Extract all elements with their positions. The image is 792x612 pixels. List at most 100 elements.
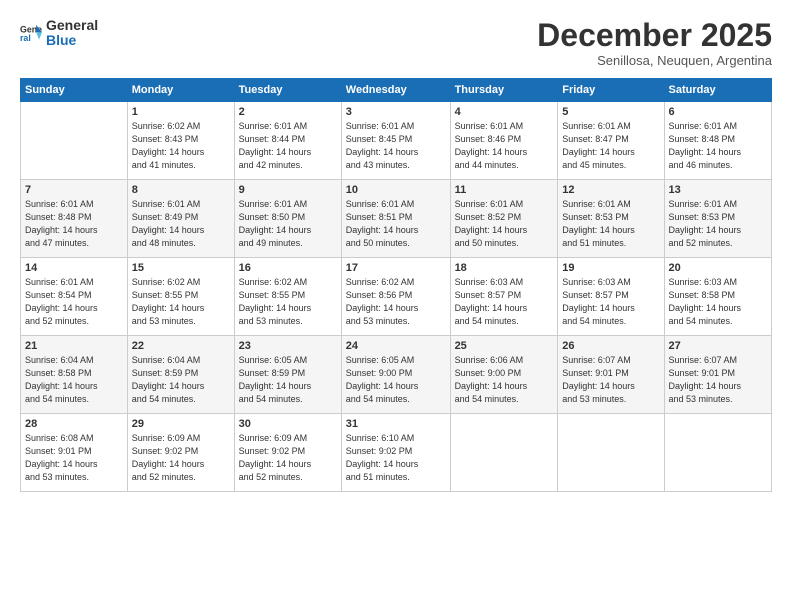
day-info: Sunrise: 6:07 AM Sunset: 9:01 PM Dayligh… xyxy=(669,354,767,406)
day-number: 12 xyxy=(562,184,659,196)
day-cell: 8 Sunrise: 6:01 AM Sunset: 8:49 PM Daylig… xyxy=(127,180,234,258)
day-cell: 18 Sunrise: 6:03 AM Sunset: 8:57 PM Dayli… xyxy=(450,258,558,336)
header-day-tuesday: Tuesday xyxy=(234,79,341,102)
day-number: 5 xyxy=(562,106,659,118)
logo-blue: Blue xyxy=(46,33,98,48)
logo: Gene ral General Blue xyxy=(20,18,98,49)
day-cell: 5Sunrise: 6:01 AM Sunset: 8:47 PM Daylig… xyxy=(558,102,664,180)
day-number: 18 xyxy=(455,262,554,274)
day-info: Sunrise: 6:04 AM Sunset: 8:59 PM Dayligh… xyxy=(132,354,230,406)
day-info: Sunrise: 6:01 AM Sunset: 8:51 PM Dayligh… xyxy=(346,198,446,250)
day-number: 22 xyxy=(132,340,230,352)
day-number: 8 xyxy=(132,184,230,196)
day-number: 21 xyxy=(25,340,123,352)
day-cell: 25 Sunrise: 6:06 AM Sunset: 9:00 PM Dayli… xyxy=(450,336,558,414)
day-info: Sunrise: 6:07 AM Sunset: 9:01 PM Dayligh… xyxy=(562,354,659,406)
day-number: 25 xyxy=(455,340,554,352)
day-info: Sunrise: 6:08 AM Sunset: 9:01 PM Dayligh… xyxy=(25,432,123,484)
day-info: Sunrise: 6:03 AM Sunset: 8:58 PM Dayligh… xyxy=(669,276,767,328)
day-info: Sunrise: 6:01 AM Sunset: 8:50 PM Dayligh… xyxy=(239,198,337,250)
day-number: 28 xyxy=(25,418,123,430)
day-number: 20 xyxy=(669,262,767,274)
day-number: 7 xyxy=(25,184,123,196)
day-number: 2 xyxy=(239,106,337,118)
month-title: December 2025 xyxy=(537,18,772,53)
day-cell: 4Sunrise: 6:01 AM Sunset: 8:46 PM Daylig… xyxy=(450,102,558,180)
day-cell: 23 Sunrise: 6:05 AM Sunset: 8:59 PM Dayli… xyxy=(234,336,341,414)
logo-icon: Gene ral xyxy=(20,22,42,44)
day-info: Sunrise: 6:01 AM Sunset: 8:53 PM Dayligh… xyxy=(562,198,659,250)
day-info: Sunrise: 6:01 AM Sunset: 8:44 PM Dayligh… xyxy=(239,120,337,172)
day-cell xyxy=(450,414,558,492)
day-cell: 9 Sunrise: 6:01 AM Sunset: 8:50 PM Daylig… xyxy=(234,180,341,258)
day-cell: 1 Sunrise: 6:02 AM Sunset: 8:43 PM Daylig… xyxy=(127,102,234,180)
day-cell: 12 Sunrise: 6:01 AM Sunset: 8:53 PM Dayli… xyxy=(558,180,664,258)
day-info: Sunrise: 6:06 AM Sunset: 9:00 PM Dayligh… xyxy=(455,354,554,406)
day-info: Sunrise: 6:05 AM Sunset: 8:59 PM Dayligh… xyxy=(239,354,337,406)
day-info: Sunrise: 6:02 AM Sunset: 8:55 PM Dayligh… xyxy=(132,276,230,328)
day-cell: 2 Sunrise: 6:01 AM Sunset: 8:44 PM Daylig… xyxy=(234,102,341,180)
day-info: Sunrise: 6:01 AM Sunset: 8:54 PM Dayligh… xyxy=(25,276,123,328)
day-cell xyxy=(21,102,128,180)
week-row-4: 21Sunrise: 6:04 AM Sunset: 8:58 PM Dayli… xyxy=(21,336,772,414)
day-cell: 11Sunrise: 6:01 AM Sunset: 8:52 PM Dayli… xyxy=(450,180,558,258)
day-info: Sunrise: 6:03 AM Sunset: 8:57 PM Dayligh… xyxy=(455,276,554,328)
day-info: Sunrise: 6:09 AM Sunset: 9:02 PM Dayligh… xyxy=(239,432,337,484)
header-day-friday: Friday xyxy=(558,79,664,102)
day-cell: 17 Sunrise: 6:02 AM Sunset: 8:56 PM Dayli… xyxy=(341,258,450,336)
week-row-5: 28 Sunrise: 6:08 AM Sunset: 9:01 PM Dayli… xyxy=(21,414,772,492)
day-info: Sunrise: 6:02 AM Sunset: 8:43 PM Dayligh… xyxy=(132,120,230,172)
header: Gene ral General Blue December 2025 Seni… xyxy=(20,18,772,68)
day-number: 16 xyxy=(239,262,337,274)
day-cell: 15 Sunrise: 6:02 AM Sunset: 8:55 PM Dayli… xyxy=(127,258,234,336)
day-info: Sunrise: 6:01 AM Sunset: 8:45 PM Dayligh… xyxy=(346,120,446,172)
header-day-wednesday: Wednesday xyxy=(341,79,450,102)
day-info: Sunrise: 6:01 AM Sunset: 8:53 PM Dayligh… xyxy=(669,198,767,250)
day-cell: 28 Sunrise: 6:08 AM Sunset: 9:01 PM Dayli… xyxy=(21,414,128,492)
day-number: 26 xyxy=(562,340,659,352)
day-info: Sunrise: 6:01 AM Sunset: 8:48 PM Dayligh… xyxy=(25,198,123,250)
day-cell: 16Sunrise: 6:02 AM Sunset: 8:55 PM Dayli… xyxy=(234,258,341,336)
day-cell: 26 Sunrise: 6:07 AM Sunset: 9:01 PM Dayli… xyxy=(558,336,664,414)
day-number: 15 xyxy=(132,262,230,274)
day-number: 13 xyxy=(669,184,767,196)
day-number: 23 xyxy=(239,340,337,352)
day-cell: 21Sunrise: 6:04 AM Sunset: 8:58 PM Dayli… xyxy=(21,336,128,414)
day-info: Sunrise: 6:02 AM Sunset: 8:56 PM Dayligh… xyxy=(346,276,446,328)
day-cell: 20 Sunrise: 6:03 AM Sunset: 8:58 PM Dayli… xyxy=(664,258,771,336)
day-number: 6 xyxy=(669,106,767,118)
title-block: December 2025 Senillosa, Neuquen, Argent… xyxy=(537,18,772,68)
day-cell: 13 Sunrise: 6:01 AM Sunset: 8:53 PM Dayli… xyxy=(664,180,771,258)
header-row: SundayMondayTuesdayWednesdayThursdayFrid… xyxy=(21,79,772,102)
subtitle: Senillosa, Neuquen, Argentina xyxy=(537,53,772,68)
day-cell: 7 Sunrise: 6:01 AM Sunset: 8:48 PM Daylig… xyxy=(21,180,128,258)
day-cell xyxy=(664,414,771,492)
day-cell: 19Sunrise: 6:03 AM Sunset: 8:57 PM Dayli… xyxy=(558,258,664,336)
day-number: 9 xyxy=(239,184,337,196)
calendar-table: SundayMondayTuesdayWednesdayThursdayFrid… xyxy=(20,78,772,492)
day-cell xyxy=(558,414,664,492)
header-day-saturday: Saturday xyxy=(664,79,771,102)
logo-general: General xyxy=(46,18,98,33)
day-number: 17 xyxy=(346,262,446,274)
page: Gene ral General Blue December 2025 Seni… xyxy=(0,0,792,612)
day-cell: 24Sunrise: 6:05 AM Sunset: 9:00 PM Dayli… xyxy=(341,336,450,414)
day-number: 27 xyxy=(669,340,767,352)
day-info: Sunrise: 6:10 AM Sunset: 9:02 PM Dayligh… xyxy=(346,432,446,484)
header-day-monday: Monday xyxy=(127,79,234,102)
day-info: Sunrise: 6:05 AM Sunset: 9:00 PM Dayligh… xyxy=(346,354,446,406)
day-number: 4 xyxy=(455,106,554,118)
day-number: 10 xyxy=(346,184,446,196)
header-day-sunday: Sunday xyxy=(21,79,128,102)
day-number: 19 xyxy=(562,262,659,274)
day-number: 29 xyxy=(132,418,230,430)
day-info: Sunrise: 6:01 AM Sunset: 8:48 PM Dayligh… xyxy=(669,120,767,172)
day-cell: 31Sunrise: 6:10 AM Sunset: 9:02 PM Dayli… xyxy=(341,414,450,492)
day-number: 3 xyxy=(346,106,446,118)
day-cell: 27 Sunrise: 6:07 AM Sunset: 9:01 PM Dayli… xyxy=(664,336,771,414)
day-cell: 22 Sunrise: 6:04 AM Sunset: 8:59 PM Dayli… xyxy=(127,336,234,414)
week-row-2: 7 Sunrise: 6:01 AM Sunset: 8:48 PM Daylig… xyxy=(21,180,772,258)
svg-text:ral: ral xyxy=(20,33,31,43)
day-info: Sunrise: 6:01 AM Sunset: 8:49 PM Dayligh… xyxy=(132,198,230,250)
day-number: 1 xyxy=(132,106,230,118)
